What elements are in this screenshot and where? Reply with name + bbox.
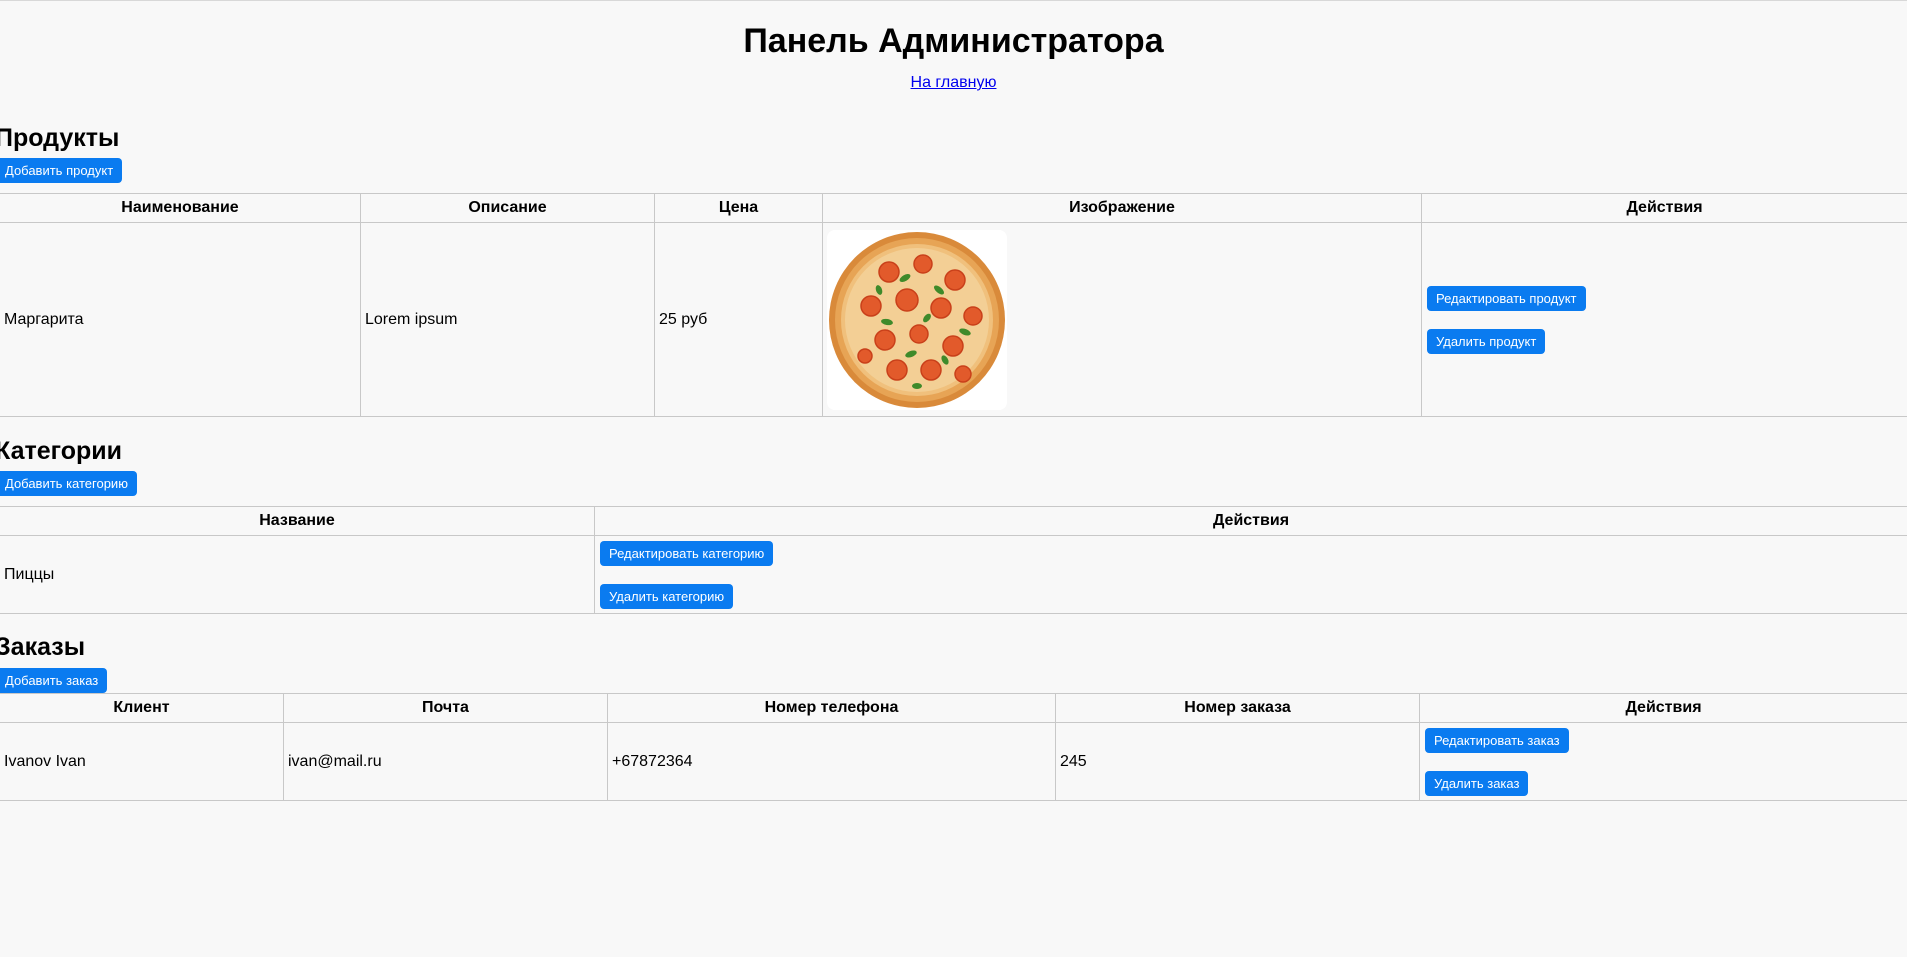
add-product-button[interactable]: Добавить продукт xyxy=(0,158,123,183)
product-actions: Редактировать продукт Удалить продукт xyxy=(1421,222,1907,417)
order-client: Ivanov Ivan xyxy=(0,722,284,801)
delete-product-button[interactable]: Удалить продукт xyxy=(1427,328,1546,354)
delete-category-button[interactable]: Удалить категорию xyxy=(600,583,734,609)
column-header-price: Цена xyxy=(654,193,823,223)
category-actions: Редактировать категорию Удалить категори… xyxy=(594,535,1907,614)
order-number: 245 xyxy=(1055,722,1420,801)
product-description: Lorem ipsum xyxy=(360,222,655,417)
column-header-actions: Действия xyxy=(1421,193,1907,223)
products-section: Продукты Добавить продукт Наименование О… xyxy=(0,123,1907,417)
table-row: Ivanov Ivan ivan@mail.ru +67872364 245 Р… xyxy=(0,722,1907,801)
edit-product-button[interactable]: Редактировать продукт xyxy=(1427,285,1586,311)
categories-table: Название Действия Пиццы Редактировать ка… xyxy=(0,506,1907,614)
table-header-row: Название Действия xyxy=(0,506,1907,536)
products-table: Наименование Описание Цена Изображение Д… xyxy=(0,193,1907,417)
table-header-row: Клиент Почта Номер телефона Номер заказа… xyxy=(0,693,1907,723)
categories-title: Категории xyxy=(0,437,122,465)
order-phone: +67872364 xyxy=(607,722,1056,801)
column-header-actions: Действия xyxy=(1419,693,1907,723)
column-header-name: Наименование xyxy=(0,193,361,223)
table-row: Маргарита Lorem ipsum 25 руб Редактирова… xyxy=(0,222,1907,417)
column-header-description: Описание xyxy=(360,193,655,223)
product-price: 25 руб xyxy=(654,222,823,417)
categories-section: Категории Добавить категорию Название Де… xyxy=(0,436,1907,614)
order-email: ivan@mail.ru xyxy=(283,722,608,801)
products-title: Продукты xyxy=(0,124,120,152)
column-header-email: Почта xyxy=(283,693,608,723)
page-title: Панель Администратора xyxy=(743,22,1164,60)
orders-title: Заказы xyxy=(0,633,86,661)
delete-order-button[interactable]: Удалить заказ xyxy=(1425,770,1529,796)
table-header-row: Наименование Описание Цена Изображение Д… xyxy=(0,193,1907,223)
product-name: Маргарита xyxy=(0,222,361,417)
admin-page: Панель Администратора На главную Продукт… xyxy=(0,0,1907,957)
orders-table: Клиент Почта Номер телефона Номер заказа… xyxy=(0,693,1907,801)
add-category-button[interactable]: Добавить категорию xyxy=(0,471,137,496)
pizza-margherita-image xyxy=(827,229,1007,410)
order-actions: Редактировать заказ Удалить заказ xyxy=(1419,722,1907,801)
column-header-client: Клиент xyxy=(0,693,284,723)
column-header-actions: Действия xyxy=(594,506,1907,536)
edit-category-button[interactable]: Редактировать категорию xyxy=(600,540,774,566)
edit-order-button[interactable]: Редактировать заказ xyxy=(1425,727,1569,753)
page-header: Панель Администратора На главную xyxy=(0,1,1907,92)
add-order-button[interactable]: Добавить заказ xyxy=(0,668,108,693)
product-image-cell xyxy=(822,222,1422,417)
column-header-order-number: Номер заказа xyxy=(1055,693,1420,723)
orders-section: Заказы Добавить заказ Клиент Почта Номер… xyxy=(0,632,1907,801)
column-header-category-name: Название xyxy=(0,506,595,536)
table-row: Пиццы Редактировать категорию Удалить ка… xyxy=(0,535,1907,614)
category-name: Пиццы xyxy=(0,535,595,614)
home-link[interactable]: На главную xyxy=(911,74,997,92)
column-header-phone: Номер телефона xyxy=(607,693,1056,723)
column-header-image: Изображение xyxy=(822,193,1422,223)
